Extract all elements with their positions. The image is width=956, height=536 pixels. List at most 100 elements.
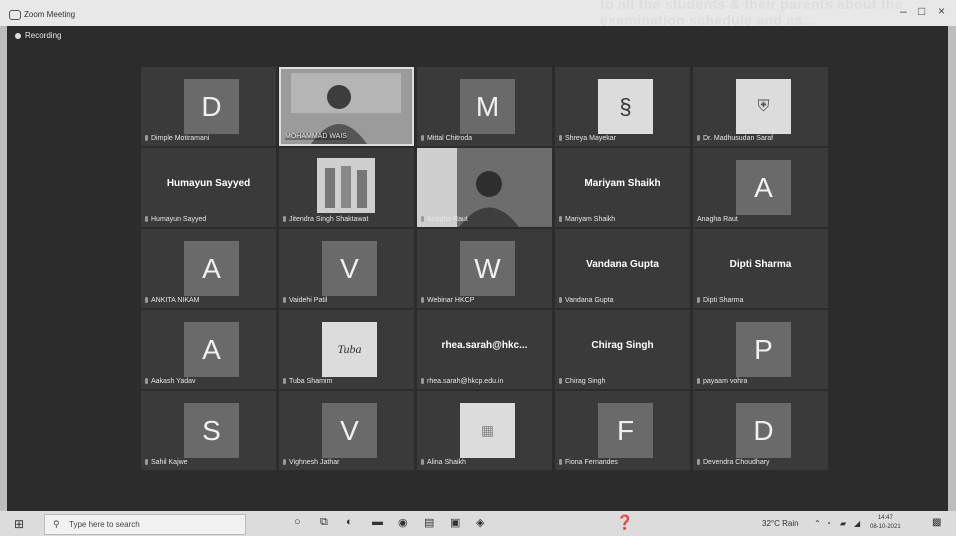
participant-tile[interactable]: Anagha Raut: [417, 148, 552, 227]
tray-chevron-icon[interactable]: ⌃: [814, 519, 821, 528]
help-icon[interactable]: ❓: [616, 514, 633, 530]
participant-tile-active-speaker[interactable]: MOHAMMAD WAIS: [279, 67, 414, 146]
participant-tile[interactable]: Humayun Sayyed Humayun Sayyed: [141, 148, 276, 227]
network-icon[interactable]: ◔: [826, 519, 831, 528]
participant-avatar: A: [736, 160, 791, 215]
participant-display-name: Mariyam Shaikh: [584, 178, 661, 189]
participant-tile[interactable]: D Dimple Motiramani: [141, 67, 276, 146]
mic-icon: [559, 135, 562, 142]
browser-icon[interactable]: ◐: [346, 516, 353, 530]
participant-logo: §: [598, 79, 653, 134]
mic-icon: [559, 459, 562, 466]
record-dot-icon: [15, 32, 21, 39]
mic-icon: [559, 216, 562, 223]
participant-tile[interactable]: ▦ Alina Shaikh: [417, 391, 552, 470]
participant-name: Mittal Chitroda: [421, 135, 472, 142]
mic-icon: [697, 135, 700, 142]
participant-display-name: Humayun Sayyed: [166, 178, 251, 189]
participant-name: Vandana Gupta: [559, 297, 614, 304]
mic-icon: [421, 216, 424, 223]
windows-start-icon[interactable]: ⊞: [14, 517, 24, 531]
participant-avatar: M: [460, 79, 515, 134]
participant-tile[interactable]: § Shreya Mayekar: [555, 67, 690, 146]
participant-tile[interactable]: Jitendra Singh Shaktawat: [279, 148, 414, 227]
participant-avatar: S: [184, 403, 239, 458]
zoom-app-icon[interactable]: ▣: [450, 516, 460, 530]
participant-tile[interactable]: Mariyam Shaikh Mariyam Shaikh: [555, 148, 690, 227]
participant-avatar: P: [736, 322, 791, 377]
participant-tile[interactable]: rhea.sarah@hkc... rhea.sarah@hkcp.edu.in: [417, 310, 552, 389]
participant-tile[interactable]: A ANKITA NIKAM: [141, 229, 276, 308]
participant-name: Mariyam Shaikh: [559, 216, 615, 223]
chrome-icon[interactable]: ◉: [398, 516, 408, 530]
participant-tile[interactable]: Chirag Singh Chirag Singh: [555, 310, 690, 389]
mic-icon: [145, 297, 148, 304]
weather-status[interactable]: 32°C Rain: [762, 519, 799, 528]
participant-avatar: F: [598, 403, 653, 458]
close-button[interactable]: ×: [938, 4, 945, 18]
participant-tile[interactable]: D Devendra Choudhary: [693, 391, 828, 470]
mic-icon: [283, 216, 286, 223]
participant-avatar: V: [322, 403, 377, 458]
volume-icon[interactable]: ◢: [854, 519, 860, 528]
participant-display-name: Dipti Sharma: [729, 259, 792, 270]
mic-icon: [559, 297, 562, 304]
participant-name: ANKITA NIKAM: [145, 297, 200, 304]
recording-indicator: Recording: [15, 31, 61, 40]
participant-tile[interactable]: P payaam vohra: [693, 310, 828, 389]
battery-icon[interactable]: ▰: [840, 519, 846, 528]
participant-tile[interactable]: F Fiona Fernandes: [555, 391, 690, 470]
participant-tile[interactable]: A Aakash Yadav: [141, 310, 276, 389]
mic-icon: [421, 378, 424, 385]
gallery-view: Recording D Dimple Motiramani MOHAMMAD W…: [7, 26, 948, 511]
mic-icon: [145, 216, 148, 223]
mic-icon: [697, 297, 700, 304]
participant-tile[interactable]: Dipti Sharma Dipti Sharma: [693, 229, 828, 308]
participant-display-name: Vandana Gupta: [586, 259, 659, 270]
maximize-button[interactable]: □: [918, 4, 925, 18]
participant-name: Aakash Yadav: [145, 378, 196, 385]
participant-tile[interactable]: A Anagha Raut: [693, 148, 828, 227]
minimize-button[interactable]: –: [900, 4, 907, 18]
task-view-icon[interactable]: ⧉: [320, 516, 328, 530]
cortana-icon[interactable]: ○: [294, 516, 301, 530]
mic-icon: [421, 297, 424, 304]
participant-name: Vaidehi Patil: [283, 297, 327, 304]
store-icon[interactable]: ▤: [424, 516, 434, 530]
clock-time: 14:47: [877, 515, 893, 521]
participant-tile[interactable]: Vandana Gupta Vandana Gupta: [555, 229, 690, 308]
participant-tile[interactable]: M Mittal Chitroda: [417, 67, 552, 146]
participant-tile[interactable]: S Sahil Kajwe: [141, 391, 276, 470]
participant-name: Jitendra Singh Shaktawat: [283, 216, 368, 223]
participant-display-name: rhea.sarah@hkc...: [441, 340, 528, 351]
participant-avatar: D: [184, 79, 239, 134]
participant-tile[interactable]: V Vighnesh Jathar: [279, 391, 414, 470]
participant-logo: ▦: [460, 403, 515, 458]
participant-name: MOHAMMAD WAIS: [285, 133, 347, 140]
mic-icon: [145, 378, 148, 385]
window-title: Zoom Meeting: [24, 10, 76, 19]
taskbar-search[interactable]: ⚲ Type here to search: [44, 514, 246, 535]
notification-icon[interactable]: ▩: [932, 517, 941, 528]
app-icon[interactable]: ◈: [476, 516, 484, 530]
mic-icon: [697, 378, 700, 385]
recording-label: Recording: [25, 31, 62, 40]
participant-logo: Tuba: [322, 322, 377, 377]
participant-tile[interactable]: Tuba Tuba Shamim: [279, 310, 414, 389]
participant-name: Vighnesh Jathar: [283, 459, 339, 466]
file-explorer-icon[interactable]: ▬: [372, 516, 383, 530]
participant-name: payaam vohra: [697, 378, 747, 385]
participant-name: Dr. Madhusudan Saraf: [697, 135, 773, 142]
college-crest-icon: ⛨: [757, 97, 770, 115]
participant-tile[interactable]: V Vaidehi Patil: [279, 229, 414, 308]
participant-name: Sahil Kajwe: [145, 459, 188, 466]
taskbar-clock[interactable]: 14:47 08-10-2021: [870, 514, 901, 532]
search-icon: ⚲: [53, 519, 60, 529]
participant-tile[interactable]: ⛨ Dr. Madhusudan Saraf: [693, 67, 828, 146]
logo-image-icon: ▦: [480, 422, 495, 438]
participant-tile[interactable]: W Webinar HKCP: [417, 229, 552, 308]
participant-name: Dipti Sharma: [697, 297, 743, 304]
participant-name: Tuba Shamim: [283, 378, 332, 385]
participant-avatar: A: [184, 241, 239, 296]
mic-icon: [283, 459, 286, 466]
